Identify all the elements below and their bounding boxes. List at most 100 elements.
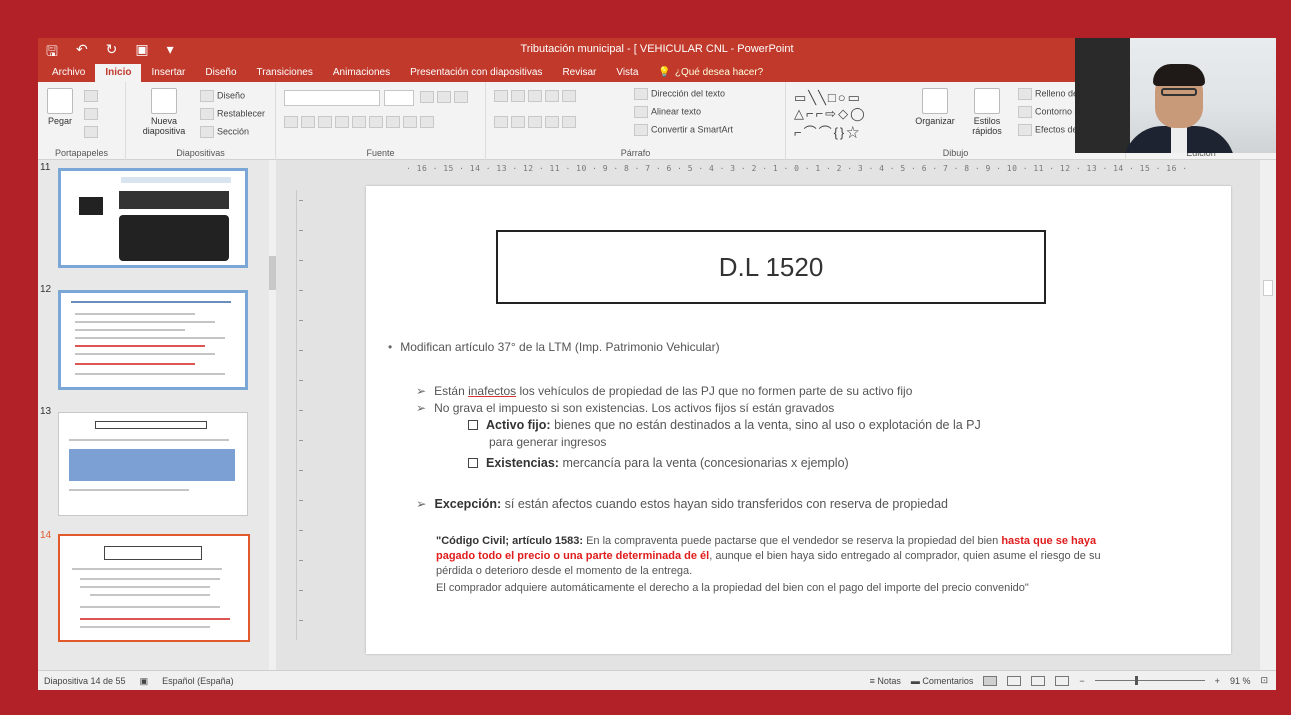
arrange-button[interactable]: Organizar xyxy=(912,88,958,126)
slide-count: Diapositiva 14 de 55 xyxy=(44,676,126,686)
reading-view-icon[interactable] xyxy=(1031,675,1046,686)
zoom-in-icon[interactable]: + xyxy=(1215,676,1220,686)
thumb-number: 11 xyxy=(40,162,51,173)
slide-thumbnail-11[interactable] xyxy=(58,168,248,268)
arrow-bullet-icon: ➢ xyxy=(416,401,427,415)
shape-fill-icon xyxy=(1018,88,1032,100)
text-direction-button[interactable]: Dirección del texto xyxy=(634,88,725,100)
reset-button[interactable]: Restablecer xyxy=(200,108,265,120)
cut-icon[interactable] xyxy=(84,90,101,102)
comment-icon: ▬ xyxy=(910,675,923,686)
font-name-select[interactable] xyxy=(284,90,380,106)
lightbulb-icon: 💡 xyxy=(658,67,671,78)
thumb-number: 12 xyxy=(40,284,52,295)
status-bar: Diapositiva 14 de 55 ▣ Español (España) … xyxy=(38,670,1276,690)
font-size-buttons[interactable] xyxy=(420,91,471,103)
shape-effects-icon xyxy=(1018,124,1032,136)
quick-styles-label: Estilos rápidos xyxy=(972,116,1002,136)
thumbnails-scrollbar[interactable] xyxy=(269,160,276,670)
arrow-bullet-icon: ➢ xyxy=(416,497,427,511)
arrange-icon xyxy=(922,88,948,114)
slide-sorter-icon[interactable] xyxy=(1007,675,1022,686)
layout-icon xyxy=(200,90,214,102)
spellcheck-icon[interactable]: ▣ xyxy=(140,676,149,687)
tab-transiciones[interactable]: Transiciones xyxy=(247,64,323,82)
new-slide-button[interactable]: Nueva diapositiva xyxy=(136,88,192,136)
smartart-icon xyxy=(634,124,648,136)
thumb-number: 13 xyxy=(40,406,52,417)
editor-scrollbar[interactable] xyxy=(1260,160,1276,670)
webcam-overlay xyxy=(1075,38,1276,153)
checkbox-bullet-icon xyxy=(468,458,478,468)
new-slide-label: Nueva diapositiva xyxy=(142,116,186,136)
bullet-dot-icon: • xyxy=(388,340,393,354)
bullet-activo-fijo-cont: para generar ingresos xyxy=(489,435,607,449)
slideshow-icon[interactable] xyxy=(1055,675,1070,686)
tab-animaciones[interactable]: Animaciones xyxy=(323,64,400,82)
bullet-main[interactable]: • Modifican artículo 37° de la LTM (Imp. … xyxy=(388,340,720,354)
section-icon xyxy=(200,126,214,138)
arrow-bullet-icon: ➢ xyxy=(416,384,427,398)
notes-button[interactable]: ≡ Notas xyxy=(870,676,901,686)
paste-button[interactable]: Pegar xyxy=(44,88,76,126)
font-size-select[interactable] xyxy=(384,90,414,106)
group-parrafo: Dirección del texto Alinear texto Conver… xyxy=(486,82,786,160)
reset-icon xyxy=(200,108,214,120)
thumb-number: 14 xyxy=(40,530,52,541)
slide-thumbnail-14[interactable] xyxy=(58,534,250,642)
shapes-gallery[interactable]: ▭╲╲□○▭ △⌐⌐⇨◇◯ ⌐⌒⌒{}☆ xyxy=(794,90,867,141)
zoom-slider[interactable] xyxy=(1094,676,1205,685)
align-text-icon xyxy=(634,106,648,118)
group-label: Párrafo xyxy=(620,148,651,158)
bullet-existencias[interactable]: Existencias: mercancía para la venta (co… xyxy=(468,456,849,470)
slide-canvas[interactable]: D.L 1520 • Modifican artículo 37° de la L… xyxy=(366,186,1231,654)
tell-me-box[interactable]: 💡 ¿Qué desea hacer? xyxy=(648,64,773,82)
zoom-out-icon[interactable]: − xyxy=(1079,676,1084,686)
shape-outline-icon xyxy=(1018,106,1032,118)
quick-styles-button[interactable]: Estilos rápidos xyxy=(964,88,1010,136)
group-fuente: Fuente xyxy=(276,82,486,160)
slide-thumbnail-12[interactable] xyxy=(58,290,248,390)
zoom-level[interactable]: 91 % xyxy=(1230,676,1251,686)
normal-view-icon[interactable] xyxy=(983,675,998,686)
format-painter-icon[interactable] xyxy=(84,126,101,138)
slide-thumbnail-13[interactable] xyxy=(58,412,248,516)
layout-button[interactable]: Diseño xyxy=(200,90,245,102)
tab-inicio[interactable]: Inicio xyxy=(95,64,142,82)
codigo-civil-quote-2: El comprador adquiere automáticamente el… xyxy=(436,582,1029,594)
checkbox-bullet-icon xyxy=(468,420,478,430)
list-buttons[interactable] xyxy=(494,90,579,102)
bullet-sub-2[interactable]: ➢ No grava el impuesto si son existencias… xyxy=(416,401,834,415)
comments-button[interactable]: ▬ Comentarios xyxy=(911,676,974,686)
fit-slide-icon[interactable]: ⊡ xyxy=(1260,675,1268,686)
codigo-civil-quote[interactable]: "Código Civil; artículo 1583: En la comp… xyxy=(436,534,1136,579)
tab-presentacion[interactable]: Presentación con diapositivas xyxy=(400,64,552,82)
slide-title-box[interactable]: D.L 1520 xyxy=(496,230,1046,304)
bullet-excepcion[interactable]: ➢ Excepción: sí están afectos cuando esto… xyxy=(416,496,948,511)
group-diapositivas: Nueva diapositiva Diseño Restablecer Sec… xyxy=(126,82,276,160)
group-portapapeles: Pegar Portapapeles xyxy=(38,82,126,160)
section-button[interactable]: Sección xyxy=(200,126,249,138)
slide-editor: · 16 · 15 · 14 · 13 · 12 · 11 · 10 · 9 ·… xyxy=(276,160,1276,670)
slide-thumbnails-pane: 11 12 13 14 xyxy=(38,160,276,670)
language[interactable]: Español (España) xyxy=(162,676,234,687)
text-direction-icon xyxy=(634,88,648,100)
tab-vista[interactable]: Vista xyxy=(606,64,648,82)
convert-smartart-button[interactable]: Convertir a SmartArt xyxy=(634,124,733,136)
alignment-buttons[interactable] xyxy=(494,116,579,128)
paste-label: Pegar xyxy=(47,116,73,126)
bullet-activo-fijo[interactable]: Activo fijo: bienes que no están destina… xyxy=(468,418,981,432)
paste-icon xyxy=(47,88,73,114)
align-text-button[interactable]: Alinear texto xyxy=(634,106,701,118)
bullet-sub-1[interactable]: ➢ Están inafectos los vehículos de propie… xyxy=(416,384,912,398)
copy-icon[interactable] xyxy=(84,108,101,120)
tab-archivo[interactable]: Archivo xyxy=(42,64,95,82)
tab-insertar[interactable]: Insertar xyxy=(141,64,195,82)
horizontal-ruler: · 16 · 15 · 14 · 13 · 12 · 11 · 10 · 9 ·… xyxy=(406,164,1188,173)
group-label: Diapositivas xyxy=(176,148,225,158)
tab-diseno[interactable]: Diseño xyxy=(195,64,246,82)
quick-styles-icon xyxy=(974,88,1000,114)
font-format-buttons[interactable] xyxy=(284,116,437,128)
tab-revisar[interactable]: Revisar xyxy=(552,64,606,82)
group-label: Fuente xyxy=(366,148,395,158)
